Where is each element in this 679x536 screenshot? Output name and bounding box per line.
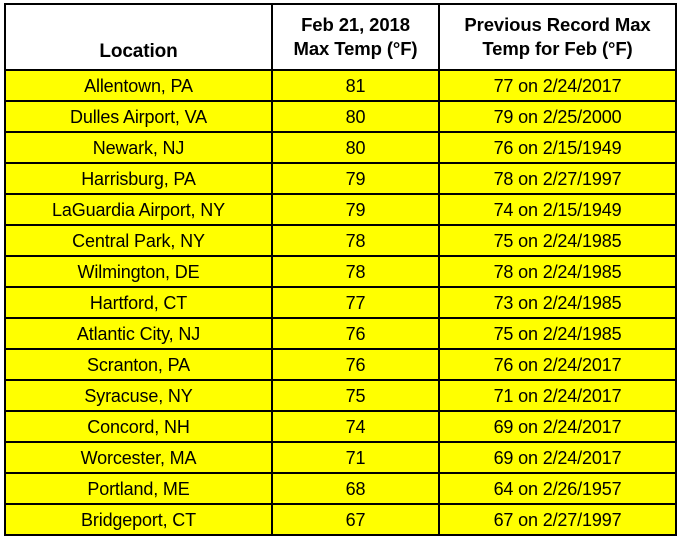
cell-location: Syracuse, NY xyxy=(4,379,273,412)
column-header-previous-unit: Temp for Feb (°F) xyxy=(482,38,633,59)
table-row: LaGuardia Airport, NY 79 74 on 2/15/1949 xyxy=(4,193,677,226)
table-row: Harrisburg, PA 79 78 on 2/27/1997 xyxy=(4,162,677,195)
cell-location: LaGuardia Airport, NY xyxy=(4,193,273,226)
cell-previous-record: 71 on 2/24/2017 xyxy=(438,379,677,412)
cell-previous-record: 75 on 2/24/1985 xyxy=(438,224,677,257)
table-row: Newark, NJ 80 76 on 2/15/1949 xyxy=(4,131,677,164)
cell-location: Bridgeport, CT xyxy=(4,503,273,536)
cell-location: Allentown, PA xyxy=(4,69,273,102)
table-row: Wilmington, DE 78 78 on 2/24/1985 xyxy=(4,255,677,288)
column-header-current-unit: Max Temp (°F) xyxy=(293,38,418,59)
cell-previous-record: 74 on 2/15/1949 xyxy=(438,193,677,226)
cell-location: Atlantic City, NJ xyxy=(4,317,273,350)
column-header-location: Location xyxy=(4,3,273,71)
cell-previous-record: 69 on 2/24/2017 xyxy=(438,410,677,443)
cell-previous-record: 69 on 2/24/2017 xyxy=(438,441,677,474)
cell-previous-record: 78 on 2/27/1997 xyxy=(438,162,677,195)
cell-previous-record: 73 on 2/24/1985 xyxy=(438,286,677,319)
cell-max-temp: 76 xyxy=(271,317,440,350)
cell-max-temp: 74 xyxy=(271,410,440,443)
cell-max-temp: 76 xyxy=(271,348,440,381)
cell-previous-record: 75 on 2/24/1985 xyxy=(438,317,677,350)
cell-previous-record: 77 on 2/24/2017 xyxy=(438,69,677,102)
cell-previous-record: 76 on 2/24/2017 xyxy=(438,348,677,381)
column-header-previous-title: Previous Record Max xyxy=(464,13,651,35)
column-header-current-date: Feb 21, 2018 xyxy=(301,13,410,35)
cell-previous-record: 76 on 2/15/1949 xyxy=(438,131,677,164)
cell-location: Worcester, MA xyxy=(4,441,273,474)
column-header-current-max-temp: Feb 21, 2018 Max Temp (°F) xyxy=(271,3,440,71)
table-row: Atlantic City, NJ 76 75 on 2/24/1985 xyxy=(4,317,677,350)
header-row: Location Feb 21, 2018 Max Temp (°F) Prev… xyxy=(4,3,677,71)
table-row: Dulles Airport, VA 80 79 on 2/25/2000 xyxy=(4,100,677,133)
column-header-location-label: Location xyxy=(99,40,178,62)
table-row: Concord, NH 74 69 on 2/24/2017 xyxy=(4,410,677,443)
table-row: Worcester, MA 71 69 on 2/24/2017 xyxy=(4,441,677,474)
cell-max-temp: 68 xyxy=(271,472,440,505)
cell-max-temp: 80 xyxy=(271,131,440,164)
cell-location: Concord, NH xyxy=(4,410,273,443)
column-header-previous-record: Previous Record Max Temp for Feb (°F) xyxy=(438,3,677,71)
cell-max-temp: 78 xyxy=(271,224,440,257)
cell-max-temp: 80 xyxy=(271,100,440,133)
cell-location: Central Park, NY xyxy=(4,224,273,257)
cell-max-temp: 79 xyxy=(271,193,440,226)
cell-previous-record: 78 on 2/24/1985 xyxy=(438,255,677,288)
cell-location: Portland, ME xyxy=(4,472,273,505)
cell-previous-record: 64 on 2/26/1957 xyxy=(438,472,677,505)
cell-previous-record: 67 on 2/27/1997 xyxy=(438,503,677,536)
cell-previous-record: 79 on 2/25/2000 xyxy=(438,100,677,133)
temperature-records-table-container: Location Feb 21, 2018 Max Temp (°F) Prev… xyxy=(0,0,679,536)
table-row: Hartford, CT 77 73 on 2/24/1985 xyxy=(4,286,677,319)
table-row: Allentown, PA 81 77 on 2/24/2017 xyxy=(4,69,677,102)
table-row: Portland, ME 68 64 on 2/26/1957 xyxy=(4,472,677,505)
cell-max-temp: 81 xyxy=(271,69,440,102)
table-row: Syracuse, NY 75 71 on 2/24/2017 xyxy=(4,379,677,412)
table-body: Allentown, PA 81 77 on 2/24/2017 Dulles Air… xyxy=(4,69,677,536)
cell-location: Newark, NJ xyxy=(4,131,273,164)
cell-max-temp: 78 xyxy=(271,255,440,288)
table-row: Scranton, PA 76 76 on 2/24/2017 xyxy=(4,348,677,381)
cell-max-temp: 75 xyxy=(271,379,440,412)
cell-location: Wilmington, DE xyxy=(4,255,273,288)
cell-location: Dulles Airport, VA xyxy=(4,100,273,133)
cell-max-temp: 79 xyxy=(271,162,440,195)
table-row: Central Park, NY 78 75 on 2/24/1985 xyxy=(4,224,677,257)
cell-location: Scranton, PA xyxy=(4,348,273,381)
cell-max-temp: 71 xyxy=(271,441,440,474)
temperature-records-table: Location Feb 21, 2018 Max Temp (°F) Prev… xyxy=(4,3,677,536)
cell-max-temp: 77 xyxy=(271,286,440,319)
cell-max-temp: 67 xyxy=(271,503,440,536)
table-header: Location Feb 21, 2018 Max Temp (°F) Prev… xyxy=(4,3,677,71)
cell-location: Harrisburg, PA xyxy=(4,162,273,195)
cell-location: Hartford, CT xyxy=(4,286,273,319)
table-row: Bridgeport, CT 67 67 on 2/27/1997 xyxy=(4,503,677,536)
